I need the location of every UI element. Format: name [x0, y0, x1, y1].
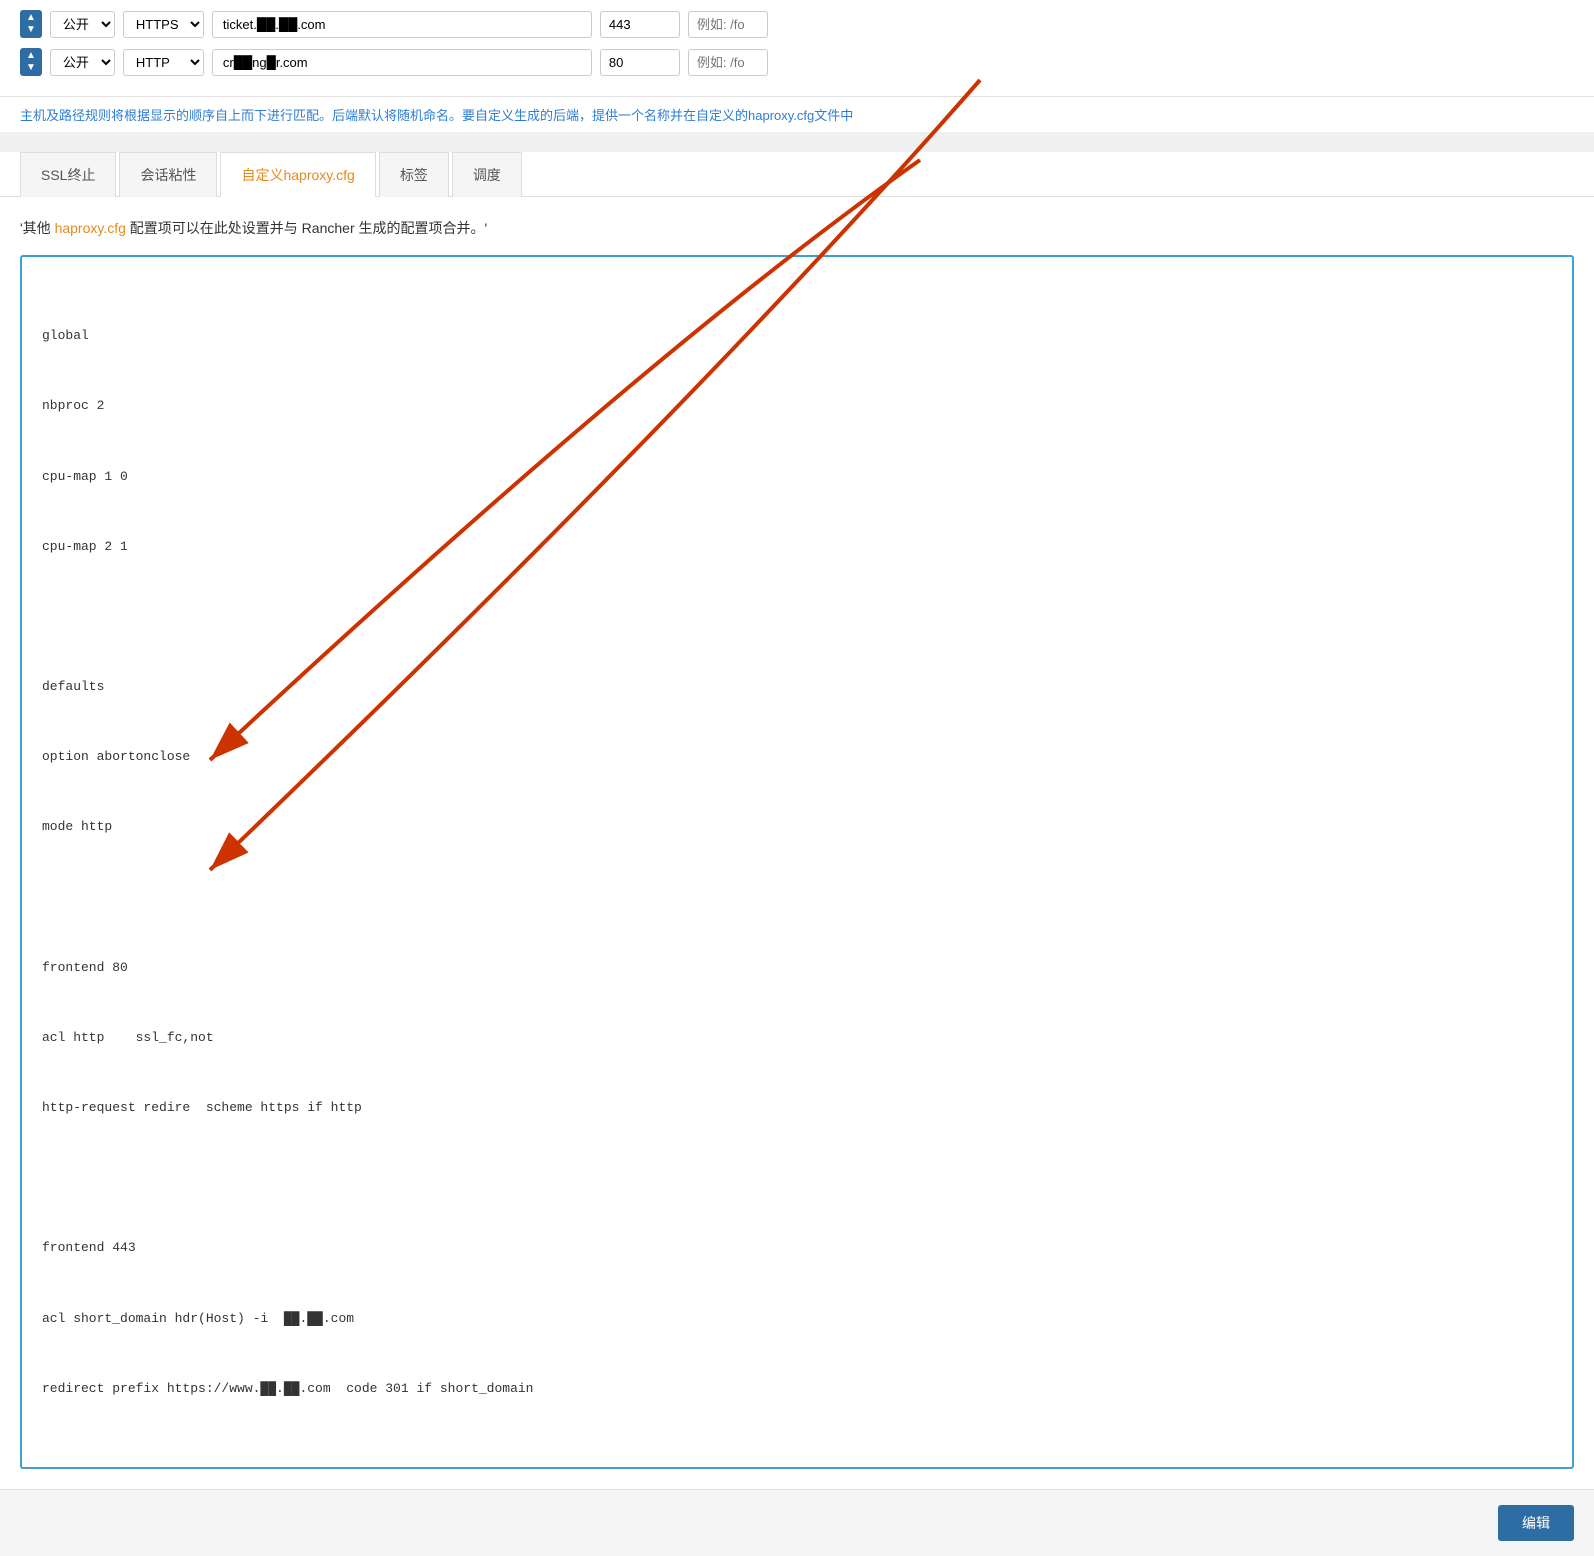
tab-ssl[interactable]: SSL终止 [20, 152, 116, 197]
code-line-7: mode http [42, 815, 1552, 838]
tab-haproxy[interactable]: 自定义haproxy.cfg [220, 152, 375, 197]
info-text: 主机及路径规则将根据显示的顺序自上而下进行匹配。后端默认将随机命名。要自定义生成… [0, 97, 1594, 132]
code-line-4: cpu-map 2 1 [42, 535, 1552, 558]
code-line-3: cpu-map 1 0 [42, 465, 1552, 488]
tabs-section: SSL终止 会话粘性 自定义haproxy.cfg 标签 调度 [0, 152, 1594, 197]
description-text: '其他 haproxy.cfg 配置项可以在此处设置并与 Rancher 生成的… [20, 217, 1574, 239]
haproxy-link[interactable]: haproxy.cfg [55, 220, 126, 236]
tabs-container: SSL终止 会话粘性 自定义haproxy.cfg 标签 调度 [20, 152, 1574, 196]
code-empty-1 [42, 605, 1552, 628]
code-line-8: frontend 80 [42, 956, 1552, 979]
code-line-11: frontend 443 [42, 1236, 1552, 1259]
row-2: ▲ ▼ 公开 HTTP HTTPS [20, 48, 1574, 76]
code-line-5: defaults [42, 675, 1552, 698]
access-select-1[interactable]: 公开 [50, 11, 115, 38]
bottom-bar: 编辑 [0, 1489, 1594, 1556]
tab-schedule[interactable]: 调度 [452, 152, 522, 197]
path-input-1[interactable] [688, 11, 768, 38]
code-editor[interactable]: global nbproc 2 cpu-map 1 0 cpu-map 2 1 … [20, 255, 1574, 1469]
path-input-2[interactable] [688, 49, 768, 76]
code-line-9: acl http ssl_fc,not [42, 1026, 1552, 1049]
code-line-1: global [42, 324, 1552, 347]
protocol-select-1[interactable]: HTTPS HTTP [123, 11, 204, 38]
tab-labels[interactable]: 标签 [379, 152, 449, 197]
sort-btn-1[interactable]: ▲ ▼ [20, 10, 42, 38]
code-empty-2 [42, 886, 1552, 909]
tab-session[interactable]: 会话粘性 [119, 152, 217, 197]
port-input-2[interactable] [600, 49, 680, 76]
access-select-2[interactable]: 公开 [50, 49, 115, 76]
domain-input-2[interactable] [212, 49, 592, 76]
domain-input-1[interactable] [212, 11, 592, 38]
row-1: ▲ ▼ 公开 HTTPS HTTP [20, 10, 1574, 38]
port-input-1[interactable] [600, 11, 680, 38]
code-line-12: acl short_domain hdr(Host) -i ██.██.com [42, 1307, 1552, 1330]
tab-content: '其他 haproxy.cfg 配置项可以在此处设置并与 Rancher 生成的… [0, 197, 1594, 1489]
protocol-select-2[interactable]: HTTP HTTPS [123, 49, 204, 76]
code-line-2: nbproc 2 [42, 394, 1552, 417]
divider [0, 132, 1594, 152]
sort-btn-2[interactable]: ▲ ▼ [20, 48, 42, 76]
code-empty-3 [42, 1166, 1552, 1189]
code-line-6: option abortonclose [42, 745, 1552, 768]
code-line-10: http-request redire scheme https if http [42, 1096, 1552, 1119]
code-line-13: redirect prefix https://www.██.██.com co… [42, 1377, 1552, 1400]
edit-button[interactable]: 编辑 [1498, 1505, 1574, 1541]
